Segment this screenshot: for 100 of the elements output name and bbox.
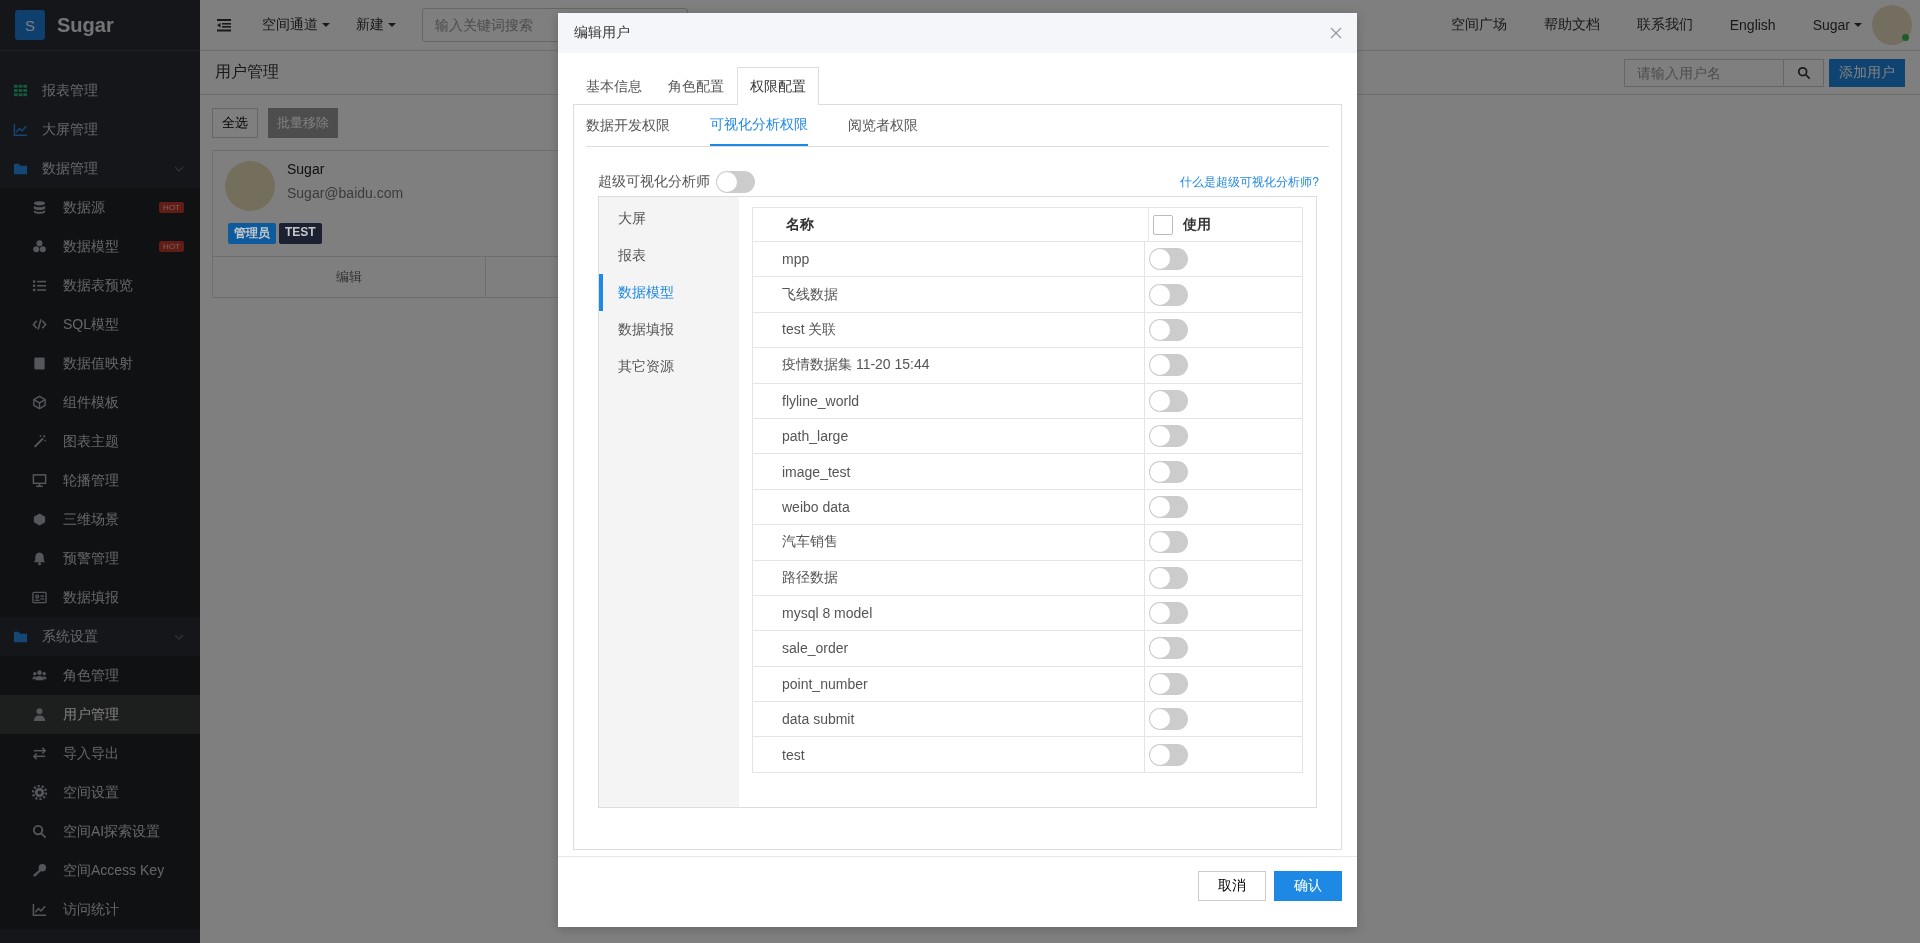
role-tag: 管理员 — [228, 223, 276, 244]
toggle-switch[interactable] — [1149, 602, 1188, 625]
dropdown-menu[interactable]: 空间通道 — [262, 16, 330, 34]
toggle-switch[interactable] — [1149, 637, 1188, 660]
tab[interactable]: 权限配置 — [737, 67, 819, 105]
wand-icon — [32, 434, 47, 449]
sidebar-item[interactable]: SQL模型 — [0, 305, 200, 344]
sidebar-item[interactable]: 导入导出 — [0, 734, 200, 773]
user-name: Sugar — [287, 161, 326, 177]
sidebar-item[interactable]: 预警管理 — [0, 539, 200, 578]
cube-icon — [32, 512, 47, 527]
sidebar-item[interactable]: 空间Access Key — [0, 851, 200, 890]
toggle-switch[interactable] — [1149, 495, 1188, 518]
sidebar-item[interactable]: 数据管理 — [0, 149, 200, 188]
sidebar-item[interactable]: 空间设置 — [0, 773, 200, 812]
column-header: 名称 — [753, 208, 1149, 241]
add-user-button[interactable]: 添加用户 — [1829, 58, 1905, 87]
tab[interactable]: 角色配置 — [655, 67, 737, 105]
sidebar-item[interactable]: 报表管理 — [0, 71, 200, 110]
sidebar-item[interactable]: 组件模板 — [0, 383, 200, 422]
bell-icon — [32, 551, 47, 566]
toggle-switch[interactable] — [1149, 318, 1188, 341]
tab[interactable]: 数据开发权限 — [586, 105, 710, 146]
confirm-button[interactable]: 确认 — [1274, 871, 1342, 901]
sidebar-item[interactable]: 数据源 HOT — [0, 188, 200, 227]
category-item[interactable]: 数据填报 — [599, 311, 739, 348]
nav-link[interactable]: 空间广场 — [1450, 16, 1507, 34]
role-tag: TEST — [279, 223, 322, 244]
settings-icon — [32, 785, 47, 800]
table-cell: test — [753, 737, 1145, 772]
nav-link[interactable]: 联系我们 — [1636, 16, 1693, 34]
avatar-photo — [225, 161, 275, 211]
table-cell: data submit — [753, 702, 1145, 737]
sidebar-item[interactable]: 轮播管理 — [0, 461, 200, 500]
sidebar-item[interactable]: 用户管理 — [0, 695, 200, 734]
toggle-switch[interactable] — [1149, 531, 1188, 554]
cube-outline-icon — [32, 395, 47, 410]
table-cell: path_large — [753, 418, 1145, 454]
close-icon[interactable] — [1330, 27, 1342, 39]
checkbox[interactable] — [1153, 214, 1173, 235]
search-button[interactable] — [1784, 58, 1824, 87]
table-cell: point_number — [753, 666, 1145, 702]
sidebar-item[interactable]: 三维场景 — [0, 500, 200, 539]
toggle-switch[interactable] — [1149, 672, 1188, 695]
category-item[interactable]: 数据模型 — [599, 274, 739, 311]
toggle-switch[interactable] — [1149, 566, 1188, 589]
help-link[interactable]: 什么是超级可视化分析师? — [1180, 173, 1319, 191]
user-email: Sugar@baidu.com — [287, 185, 404, 201]
search-icon — [32, 824, 47, 839]
category-item[interactable]: 报表 — [599, 237, 739, 274]
sidebar-item[interactable]: 系统设置 — [0, 617, 200, 656]
user-menu[interactable]: Sugar — [1812, 17, 1862, 33]
nav-link[interactable]: English — [1729, 17, 1776, 33]
sidebar-item[interactable]: 图表主题 — [0, 422, 200, 461]
sidebar-item[interactable]: 空间AI探索设置 — [0, 812, 200, 851]
menu-fold-icon[interactable] — [216, 17, 232, 33]
toggle-switch[interactable] — [1149, 389, 1188, 412]
folder-icon — [13, 629, 28, 644]
toggle-switch[interactable] — [1149, 283, 1188, 306]
tab[interactable]: 基本信息 — [573, 67, 655, 105]
toggle-switch[interactable] — [1149, 743, 1188, 766]
table-cell: test 关联 — [753, 312, 1145, 348]
id-card-icon — [32, 590, 47, 605]
tab[interactable]: 可视化分析权限 — [710, 105, 808, 146]
avatar-photo[interactable] — [1872, 5, 1912, 45]
search-icon — [1796, 65, 1811, 80]
toggle-switch[interactable] — [1149, 248, 1188, 271]
super-analyst-label: 超级可视化分析师 — [598, 173, 710, 191]
sidebar-item[interactable]: 访问统计 — [0, 890, 200, 929]
code-icon — [32, 317, 47, 332]
toggle-switch[interactable] — [1149, 708, 1188, 731]
sidebar-item[interactable]: 数据填报 — [0, 578, 200, 617]
nav-link[interactable]: 帮助文档 — [1543, 16, 1600, 34]
cubes-icon — [32, 239, 47, 254]
line-chart-icon — [32, 902, 47, 917]
table-cell: mysql 8 model — [753, 595, 1145, 631]
dropdown-menu[interactable]: 新建 — [356, 16, 396, 34]
hot-badge: HOT — [159, 202, 184, 213]
book-icon — [32, 356, 47, 371]
select-all-button[interactable]: 全选 — [212, 108, 258, 138]
toggle-switch[interactable] — [1149, 425, 1188, 448]
brand-name: Sugar — [57, 13, 114, 37]
toggle-switch[interactable] — [716, 171, 755, 193]
sidebar-item[interactable]: 大屏管理 — [0, 110, 200, 149]
cancel-button[interactable]: 取消 — [1198, 871, 1266, 901]
sidebar-item[interactable]: 数据表预览 — [0, 266, 200, 305]
category-item[interactable]: 大屏 — [599, 200, 739, 237]
sidebar-item[interactable]: 数据值映射 — [0, 344, 200, 383]
toggle-switch[interactable] — [1149, 354, 1188, 377]
sidebar-item[interactable]: 角色管理 — [0, 656, 200, 695]
list-icon — [32, 278, 47, 293]
table-cell: weibo data — [753, 489, 1145, 525]
toggle-switch[interactable] — [1149, 460, 1188, 483]
category-item[interactable]: 其它资源 — [599, 348, 739, 385]
edit-link[interactable]: 编辑 — [213, 257, 486, 297]
logo[interactable]: S — [15, 10, 45, 40]
sidebar-item[interactable]: 数据模型 HOT — [0, 227, 200, 266]
tab[interactable]: 阅览者权限 — [848, 105, 958, 146]
page-title: 用户管理 — [215, 62, 279, 82]
table-cell: flyline_world — [753, 383, 1145, 418]
